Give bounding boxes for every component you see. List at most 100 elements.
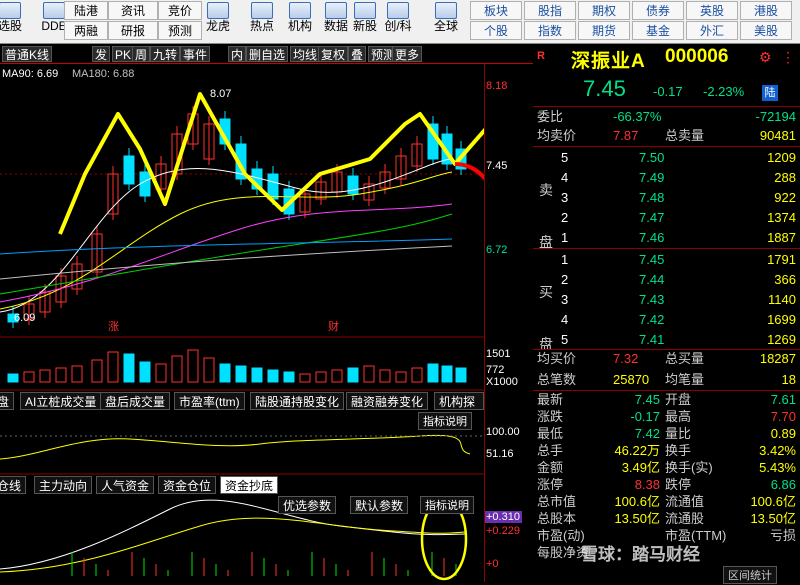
indicator-tab-1[interactable]: AI立桩成交量	[20, 392, 102, 410]
orderbook-row[interactable]: 2 7.44 366	[533, 269, 800, 290]
stat-value: 13.50亿	[750, 511, 796, 526]
range-stats-tab[interactable]: 区间统计	[723, 566, 777, 584]
axis-divider	[484, 64, 485, 582]
fund-indicator-help-button[interactable]: 指标说明	[420, 496, 474, 514]
volume-bar	[299, 373, 311, 383]
market-btn-2[interactable]: 期权	[578, 1, 630, 20]
toolbar-btn-dragon-tiger[interactable]: 龙虎	[200, 1, 236, 33]
weicha-value: -72194	[755, 109, 796, 124]
market-btn-6[interactable]: 个股	[470, 21, 522, 40]
chart-tab-0[interactable]: 普通K线	[2, 46, 53, 62]
indicator-line	[0, 434, 471, 460]
toolbar-btn-hot[interactable]: 热点	[244, 1, 280, 33]
fund-tab-4[interactable]: 资金抄底	[220, 476, 279, 494]
kline-chart-svg[interactable]	[0, 64, 484, 582]
chart-tab-4[interactable]: 九转	[150, 46, 181, 62]
optimal-params-button[interactable]: 优选参数	[278, 496, 337, 514]
event-mark-limit-up[interactable]: 涨	[108, 318, 119, 334]
fund-tab-3[interactable]: 资金仓位	[158, 476, 217, 494]
orderbook-row[interactable]: 1 7.45 1791	[533, 249, 800, 270]
watermark: 雪球：踏马财经	[581, 545, 700, 564]
toolbar-btn-forecast[interactable]: 预测	[158, 21, 202, 40]
market-btn-10[interactable]: 外汇	[686, 21, 738, 40]
stock-name: 深振业A	[571, 51, 646, 72]
stat-value: 100.6亿	[750, 494, 796, 509]
default-params-button[interactable]: 默认参数	[350, 496, 409, 514]
market-btn-3[interactable]: 债券	[632, 1, 684, 20]
market-btn-11[interactable]: 美股	[740, 21, 792, 40]
volume-bar	[71, 365, 83, 383]
toolbar-btn-auction[interactable]: 竞价	[158, 1, 202, 20]
market-btn-1[interactable]: 股指	[524, 1, 576, 20]
toolbar-btn-label: 数据	[323, 19, 348, 33]
fund-tab-1[interactable]: 主力动向	[34, 476, 93, 494]
toolbar-btn-research[interactable]: 研报	[108, 21, 158, 40]
stat-value: 6.86	[770, 477, 796, 492]
chart-tab-9[interactable]: 复权	[318, 46, 349, 62]
fund-tab-0[interactable]: 仓线	[0, 476, 27, 494]
market-btn-9[interactable]: 基金	[632, 21, 684, 40]
orderbook-row[interactable]: 1 7.46 1887	[533, 227, 800, 248]
level-volume: 1269	[767, 332, 796, 347]
level-volume: 1699	[767, 312, 796, 327]
toolbar-btn-new-stock[interactable]: 新股	[347, 1, 383, 33]
low-price-label: 6.09	[14, 312, 36, 324]
chart-tab-7[interactable]: 删自选	[246, 46, 289, 62]
toolbar-btn-news[interactable]: 资讯	[108, 1, 158, 20]
stats-row: 最低 7.42 量比 0.89	[533, 425, 800, 442]
orderbook-row[interactable]: 2 7.47 1374	[533, 207, 800, 228]
chart-tab-8[interactable]: 均线	[290, 46, 321, 62]
indicator-tab-0[interactable]: 盘	[0, 392, 15, 410]
toolbar-btn-margin[interactable]: 两融	[64, 21, 108, 40]
toolbar-btn-lugang[interactable]: 陆港	[64, 1, 108, 20]
orderbook-row[interactable]: 5 7.41 1269	[533, 329, 800, 350]
stats-row: 总市值 100.6亿 流通值 100.6亿	[533, 493, 800, 510]
orderbook-row[interactable]: 3 7.48 922	[533, 187, 800, 208]
chart-tab-6[interactable]: 内	[228, 46, 247, 62]
settings-gear-icon[interactable]: ⚙	[759, 49, 772, 66]
more-icon[interactable]: ⋮	[781, 49, 795, 66]
level: 2	[561, 210, 569, 225]
indicator-tab-2[interactable]: 盘后成交量	[100, 392, 171, 410]
toolbar-btn-institution[interactable]: 机构	[282, 1, 318, 33]
indicator-tab-5[interactable]: 融资融券变化	[346, 392, 429, 410]
market-btn-8[interactable]: 期货	[578, 21, 630, 40]
toolbar-btn-label: 龙虎	[205, 19, 230, 33]
indicator-tab-3[interactable]: 市盈率(ttm)	[174, 392, 245, 410]
fund-tab-2[interactable]: 人气资金	[96, 476, 155, 494]
market-btn-7[interactable]: 指数	[524, 21, 576, 40]
volume-bar	[441, 365, 453, 383]
avg-sell-row: 均卖价 7.87 总卖量 90481	[533, 125, 800, 146]
ma-line-white	[0, 158, 451, 313]
market-btn-0[interactable]: 板块	[470, 1, 522, 20]
toolbar-btn-chuang[interactable]: 创/科	[380, 1, 416, 33]
volume-bar	[23, 371, 35, 383]
level-volume: 1791	[767, 252, 796, 267]
volume-bar	[55, 367, 67, 383]
orderbook-row[interactable]: 3 7.43 1140	[533, 289, 800, 310]
chart-tab-3[interactable]: 周	[132, 46, 151, 62]
toolbar-btn-stock[interactable]: 选股	[0, 1, 28, 33]
level: 3	[561, 292, 569, 307]
chart-tab-5[interactable]: 事件	[180, 46, 211, 62]
chart-tab-1[interactable]: 发	[92, 46, 111, 62]
level-volume: 922	[774, 190, 796, 205]
stat-label: 最新	[537, 392, 564, 407]
toolbar-btn-globe[interactable]: 全球	[428, 1, 464, 33]
event-mark-financial[interactable]: 财	[328, 318, 339, 334]
chart-tab-12[interactable]: 更多	[392, 46, 423, 62]
chart-tab-2[interactable]: PK	[112, 46, 135, 62]
orderbook-row[interactable]: 5 7.50 1209	[533, 147, 800, 168]
stat-label: 总股本	[537, 511, 577, 526]
kline-chart-area[interactable]: MA90: 6.69 MA180: 6.88 8.07 6.09 8.18 7.…	[0, 64, 522, 582]
volume-bar	[155, 363, 167, 383]
indicator-tab-4[interactable]: 陆股通持股变化	[250, 392, 345, 410]
indicator-help-button[interactable]: 指标说明	[418, 412, 472, 430]
chart-tab-10[interactable]: 叠	[348, 46, 367, 62]
indicator-tab-6[interactable]: 机构探测器	[434, 392, 484, 427]
level: 5	[561, 150, 569, 165]
orderbook-row[interactable]: 4 7.49 288	[533, 167, 800, 188]
market-btn-5[interactable]: 港股	[740, 1, 792, 20]
market-btn-4[interactable]: 英股	[686, 1, 738, 20]
orderbook-row[interactable]: 4 7.42 1699	[533, 309, 800, 330]
